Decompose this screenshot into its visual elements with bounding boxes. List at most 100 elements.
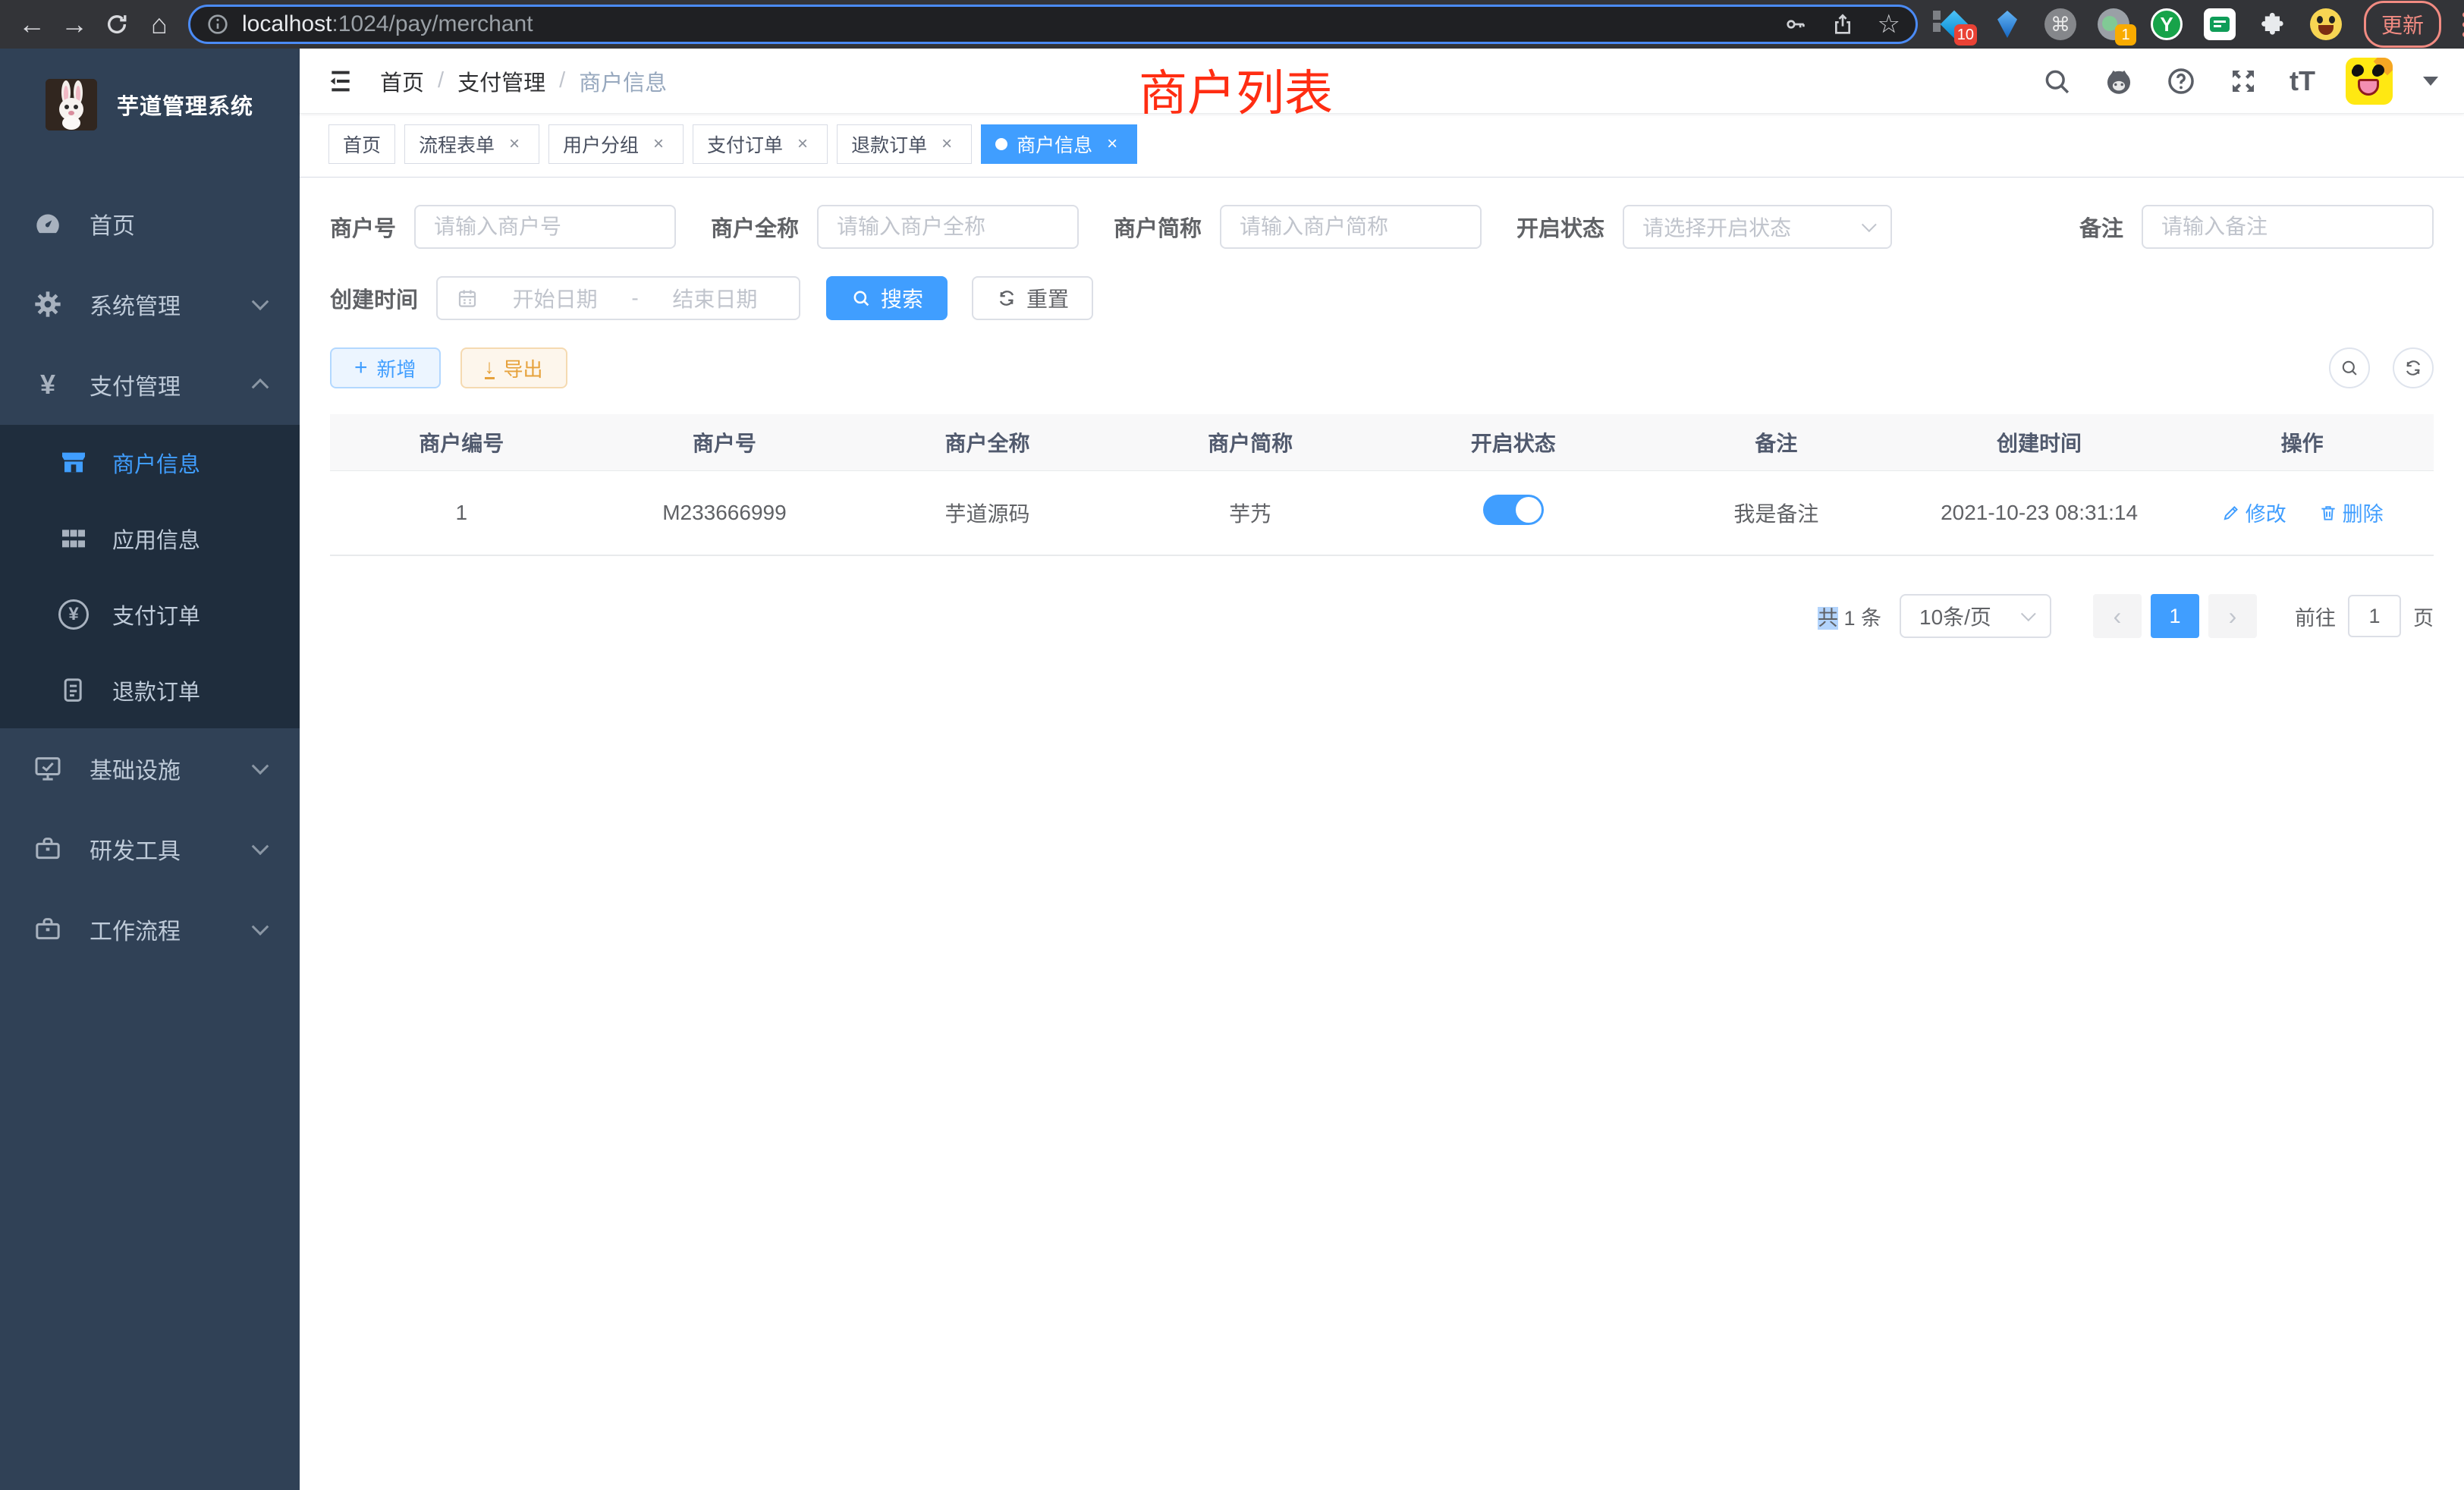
browser-reload-icon[interactable] bbox=[96, 3, 138, 46]
sidebar-item-system[interactable]: 系统管理 bbox=[0, 264, 300, 344]
yen-circle-icon: ¥ bbox=[56, 597, 91, 632]
app-header: 首页 / 支付管理 / 商户信息 商户列表 tT bbox=[300, 49, 2464, 114]
extension-recorder-icon[interactable]: 1 bbox=[2097, 8, 2130, 41]
grid-icon bbox=[56, 521, 91, 556]
sidebar-item-merchant-info[interactable]: 商户信息 bbox=[0, 425, 300, 501]
reset-button[interactable]: 重置 bbox=[972, 276, 1093, 320]
sidebar-item-refund-order[interactable]: 退款订单 bbox=[0, 652, 300, 728]
date-range-picker[interactable]: 开始日期 - 结束日期 bbox=[436, 276, 800, 320]
sidebar: 芋道管理系统 首页 系统管理 ¥ 支付管理 bbox=[0, 49, 300, 1490]
close-icon[interactable] bbox=[936, 134, 957, 155]
tab-label: 退款订单 bbox=[851, 130, 927, 158]
close-icon[interactable] bbox=[504, 134, 525, 155]
sidebar-item-home[interactable]: 首页 bbox=[0, 184, 300, 264]
extension-command-icon[interactable]: ⌘ bbox=[2044, 8, 2077, 41]
sidebar-item-label: 退款订单 bbox=[112, 674, 200, 706]
calendar-icon bbox=[456, 287, 479, 310]
col-merchant-no: 商户号 bbox=[593, 414, 856, 470]
create-time-label: 创建时间 bbox=[330, 282, 418, 314]
extensions-area: 10 ⌘ 1 Y bbox=[1938, 8, 2343, 41]
extension-y-icon[interactable]: Y bbox=[2150, 8, 2183, 41]
merchant-no-label: 商户号 bbox=[330, 211, 396, 243]
short-name-input[interactable] bbox=[1220, 205, 1482, 249]
share-icon[interactable] bbox=[1831, 12, 1855, 36]
full-name-input[interactable] bbox=[817, 205, 1079, 249]
sidebar-item-infra[interactable]: 基础设施 bbox=[0, 728, 300, 809]
sidebar-item-pay[interactable]: ¥ 支付管理 bbox=[0, 344, 300, 425]
sidebar-item-dev-tools[interactable]: 研发工具 bbox=[0, 809, 300, 889]
profile-avatar-icon[interactable] bbox=[2309, 8, 2343, 41]
extension-diamond-icon[interactable]: 10 bbox=[1938, 8, 1971, 41]
logo-row[interactable]: 芋道管理系统 bbox=[0, 49, 300, 153]
browser-menu-icon[interactable] bbox=[2458, 8, 2464, 42]
address-bar[interactable]: localhost:1024/pay/merchant ☆ bbox=[188, 5, 1918, 44]
close-icon[interactable] bbox=[792, 134, 813, 155]
extension-chat-icon[interactable] bbox=[2203, 8, 2236, 41]
status-select[interactable]: 请选择开启状态 bbox=[1623, 205, 1892, 249]
col-full-name: 商户全称 bbox=[856, 414, 1119, 470]
toggle-search-button[interactable] bbox=[2329, 347, 2370, 388]
refresh-icon bbox=[2403, 357, 2424, 379]
goto-page-input[interactable] bbox=[2348, 595, 2401, 637]
site-info-icon[interactable] bbox=[206, 12, 230, 36]
github-icon[interactable] bbox=[2103, 65, 2135, 97]
dashboard-icon bbox=[30, 206, 65, 241]
cell-merchant-no: M233666999 bbox=[593, 470, 856, 555]
search-button[interactable]: 搜索 bbox=[826, 276, 948, 320]
tab-user-group[interactable]: 用户分组 bbox=[548, 124, 684, 164]
browser-forward-icon[interactable]: → bbox=[53, 3, 96, 46]
delete-link[interactable]: 删除 bbox=[2318, 498, 2384, 527]
add-button[interactable]: 新增 bbox=[330, 347, 441, 388]
breadcrumb-home[interactable]: 首页 bbox=[380, 65, 424, 97]
merchant-no-input[interactable] bbox=[414, 205, 676, 249]
sidebar-item-pay-order[interactable]: ¥ 支付订单 bbox=[0, 577, 300, 652]
sidebar-item-label: 研发工具 bbox=[90, 832, 181, 866]
close-icon[interactable] bbox=[1102, 134, 1123, 155]
table-header-row: 商户编号 商户号 商户全称 商户简称 开启状态 备注 创建时间 操作 bbox=[330, 414, 2434, 470]
breadcrumb-pay[interactable]: 支付管理 bbox=[457, 65, 545, 97]
search-icon[interactable] bbox=[2041, 65, 2073, 97]
password-key-icon[interactable] bbox=[1784, 12, 1808, 36]
search-icon bbox=[2339, 357, 2360, 379]
tab-merchant-info[interactable]: 商户信息 bbox=[981, 124, 1137, 164]
export-button[interactable]: 导出 bbox=[460, 347, 567, 388]
edit-link[interactable]: 修改 bbox=[2221, 498, 2286, 527]
gear-icon bbox=[30, 287, 65, 322]
cell-remark: 我是备注 bbox=[1645, 470, 1908, 555]
refresh-table-button[interactable] bbox=[2393, 347, 2434, 388]
help-icon[interactable] bbox=[2165, 65, 2197, 97]
extensions-puzzle-icon[interactable] bbox=[2256, 8, 2290, 41]
browser-toolbar: ← → ⌂ localhost:1024/pay/merchant ☆ 10 ⌘… bbox=[0, 0, 2464, 49]
remark-input[interactable] bbox=[2142, 205, 2434, 249]
pay-submenu: 商户信息 应用信息 ¥ 支付订单 退款订单 bbox=[0, 425, 300, 728]
extension-kite-icon[interactable] bbox=[1991, 8, 2024, 41]
browser-back-icon[interactable]: ← bbox=[11, 3, 53, 46]
sidebar-collapse-icon[interactable] bbox=[325, 66, 356, 96]
tab-process-form[interactable]: 流程表单 bbox=[404, 124, 539, 164]
tab-label: 首页 bbox=[343, 130, 381, 158]
prev-page-button[interactable]: ‹ bbox=[2093, 594, 2142, 638]
bookmark-star-icon[interactable]: ☆ bbox=[1878, 9, 1900, 39]
status-toggle[interactable] bbox=[1483, 495, 1544, 525]
page-number-button[interactable]: 1 bbox=[2151, 594, 2199, 638]
next-page-button[interactable]: › bbox=[2208, 594, 2257, 638]
close-icon[interactable] bbox=[648, 134, 669, 155]
fullscreen-icon[interactable] bbox=[2227, 65, 2259, 97]
page-title-annotation: 商户列表 bbox=[1139, 55, 1333, 124]
tab-label: 支付订单 bbox=[707, 130, 783, 158]
trash-icon bbox=[2318, 503, 2338, 523]
font-size-icon[interactable]: tT bbox=[2290, 65, 2315, 97]
user-avatar[interactable] bbox=[2346, 58, 2393, 105]
avatar-caret-icon[interactable] bbox=[2423, 77, 2438, 86]
browser-home-icon[interactable]: ⌂ bbox=[138, 3, 181, 46]
tab-refund-order[interactable]: 退款订单 bbox=[837, 124, 972, 164]
sidebar-item-workflow[interactable]: 工作流程 bbox=[0, 889, 300, 970]
chrome-update-button[interactable]: 更新 bbox=[2364, 1, 2441, 48]
page-size-select[interactable]: 10条/页 bbox=[1900, 594, 2051, 638]
tab-home[interactable]: 首页 bbox=[328, 124, 395, 164]
cell-full-name: 芋道源码 bbox=[856, 470, 1119, 555]
tab-pay-order[interactable]: 支付订单 bbox=[693, 124, 828, 164]
extension-badge: 1 bbox=[2115, 24, 2136, 46]
sidebar-item-app-info[interactable]: 应用信息 bbox=[0, 501, 300, 577]
url-text[interactable]: localhost:1024/pay/merchant bbox=[242, 11, 1784, 37]
